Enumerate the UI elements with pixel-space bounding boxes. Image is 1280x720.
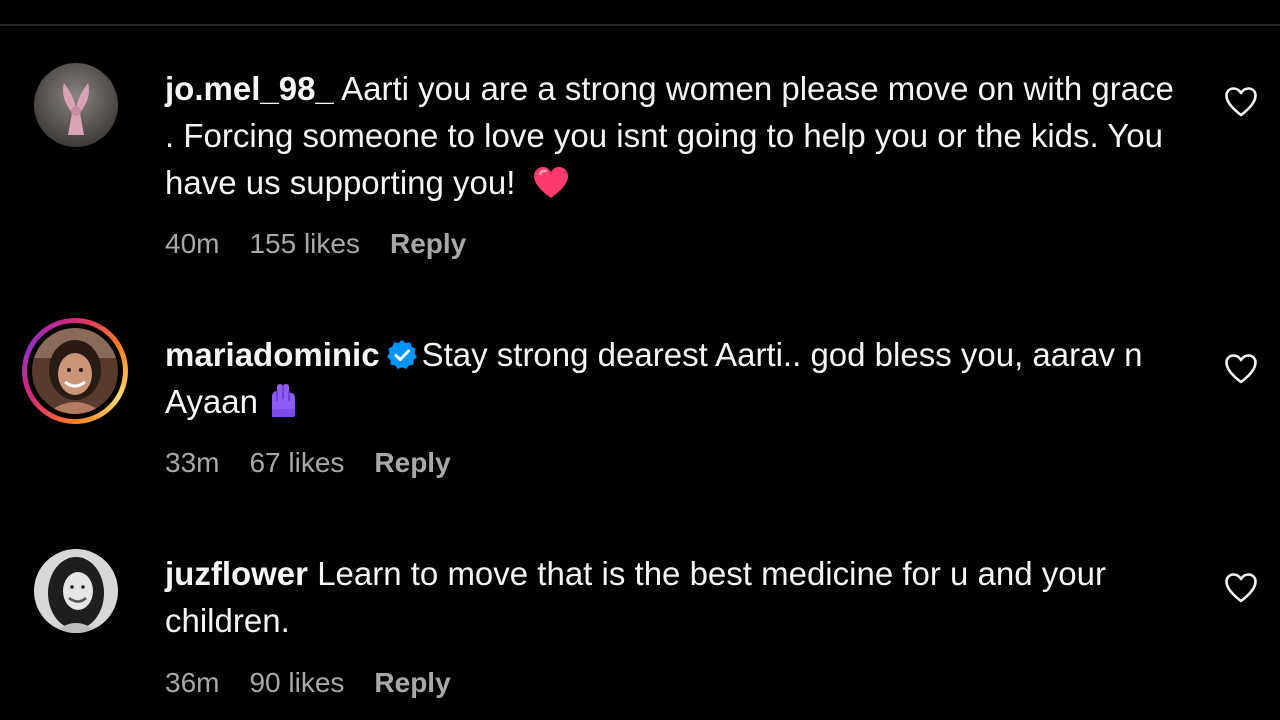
comment-likes[interactable]: 67 likes <box>249 447 344 479</box>
comment-meta: 40m 155 likes Reply <box>165 228 466 260</box>
comment-body: juzflower Learn to move that is the best… <box>165 550 1185 644</box>
avatar-image <box>34 549 118 633</box>
comment-body: jo.mel_98_ Aarti you are a strong women … <box>165 65 1185 212</box>
comment-username[interactable]: juzflower <box>165 555 308 592</box>
comment-likes[interactable]: 155 likes <box>249 228 360 260</box>
top-divider <box>0 24 1280 26</box>
avatar-image <box>34 63 118 147</box>
avatar-story-ring[interactable] <box>22 318 128 424</box>
comment-time[interactable]: 33m <box>165 447 219 479</box>
verified-badge-icon <box>386 340 417 369</box>
like-heart-icon[interactable] <box>1224 572 1258 604</box>
avatar-image <box>32 328 118 414</box>
comment-username[interactable]: mariadominic <box>165 336 380 373</box>
reply-button[interactable]: Reply <box>390 228 466 260</box>
raising-hands-emoji-icon <box>266 383 300 431</box>
avatar[interactable] <box>34 63 118 147</box>
like-heart-icon[interactable] <box>1224 86 1258 118</box>
reply-button[interactable]: Reply <box>374 447 450 479</box>
heart-emoji-icon <box>533 165 569 212</box>
comment-body: mariadominic Stay strong dearest Aarti.. … <box>165 331 1185 431</box>
comment-time[interactable]: 36m <box>165 667 219 699</box>
avatar[interactable] <box>34 549 118 633</box>
comment-time[interactable]: 40m <box>165 228 219 260</box>
like-heart-icon[interactable] <box>1224 353 1258 385</box>
comment-username[interactable]: jo.mel_98_ <box>165 70 334 107</box>
reply-button[interactable]: Reply <box>374 667 450 699</box>
comment-likes[interactable]: 90 likes <box>249 667 344 699</box>
comment-meta: 36m 90 likes Reply <box>165 667 451 699</box>
comment-meta: 33m 67 likes Reply <box>165 447 451 479</box>
